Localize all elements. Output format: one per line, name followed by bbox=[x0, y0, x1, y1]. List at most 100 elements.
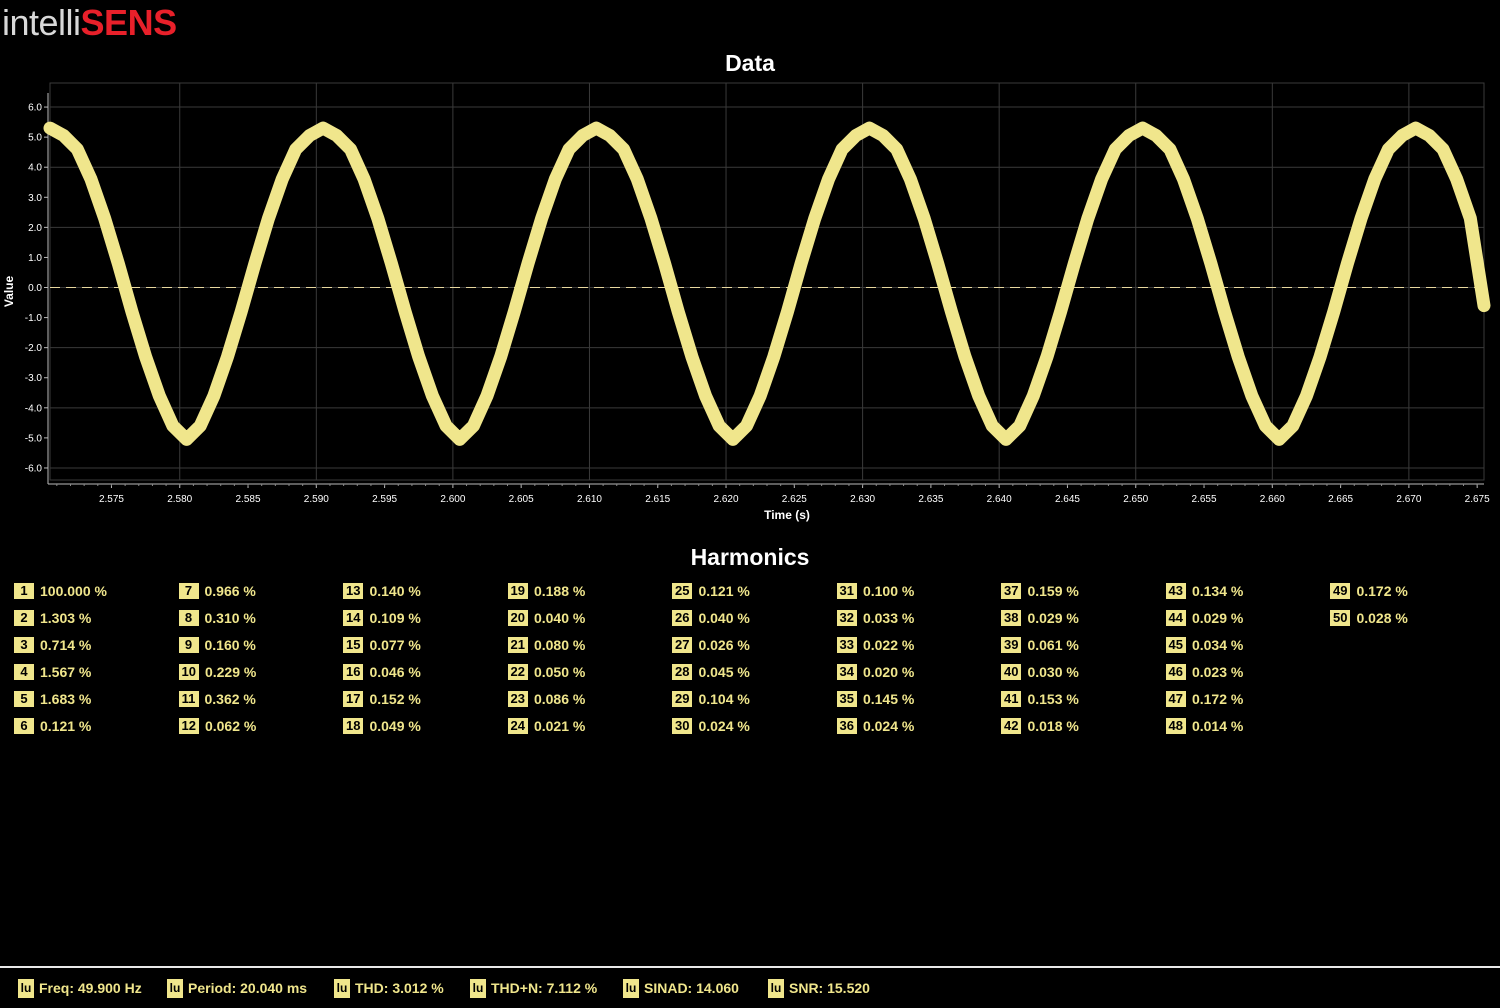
y-tick-label: -3.0 bbox=[25, 373, 43, 384]
stats-bar: lu Freq: 49.900 Hz lu Period: 20.040 ms lu TH… bbox=[0, 977, 1500, 1001]
harmonic-item: 14 0.109 % bbox=[343, 609, 421, 627]
harmonic-item: 8 0.310 % bbox=[178, 609, 256, 627]
harmonic-number-badge: 9 bbox=[178, 637, 199, 653]
y-tick-label: 3.0 bbox=[28, 193, 42, 204]
harmonic-item: 25 0.121 % bbox=[672, 582, 750, 600]
y-tick-label: -4.0 bbox=[25, 403, 43, 414]
harmonic-number-badge: 22 bbox=[507, 664, 528, 680]
harmonic-item: 46 0.023 % bbox=[1165, 663, 1244, 681]
stat-freq: lu Freq: 49.900 Hz bbox=[18, 977, 142, 999]
x-tick-label: 2.600 bbox=[440, 494, 465, 505]
harmonic-item: 34 0.020 % bbox=[836, 663, 914, 681]
harmonic-value: 0.080 % bbox=[533, 637, 586, 653]
y-tick-label: -6.0 bbox=[25, 463, 43, 474]
harmonic-number-badge: 37 bbox=[1001, 583, 1022, 599]
harmonic-item: 35 0.145 % bbox=[836, 690, 914, 708]
harmonic-number-badge: 29 bbox=[672, 691, 693, 707]
harmonic-item: 18 0.049 % bbox=[343, 717, 421, 735]
harmonic-number-badge: 19 bbox=[507, 583, 528, 599]
harmonic-item: 5 1.683 % bbox=[14, 690, 91, 708]
harmonic-value: 0.030 % bbox=[1027, 664, 1079, 680]
stat-sinad: lu SINAD: 14.060 bbox=[623, 977, 739, 999]
harmonic-value: 0.109 % bbox=[369, 610, 421, 626]
harmonic-value: 0.104 % bbox=[698, 691, 750, 707]
harmonic-value: 0.172 % bbox=[1356, 583, 1408, 599]
harmonic-item: 3 0.714 % bbox=[14, 636, 91, 654]
harmonic-value: 0.188 % bbox=[533, 583, 586, 599]
stat-period: lu Period: 20.040 ms bbox=[167, 977, 307, 999]
harmonic-item: 2 1.303 % bbox=[14, 609, 91, 627]
harmonic-item: 31 0.100 % bbox=[836, 582, 914, 600]
x-tick-label: 2.580 bbox=[167, 494, 192, 505]
harmonic-item: 49 0.172 % bbox=[1330, 582, 1408, 600]
harmonic-value: 0.033 % bbox=[862, 610, 915, 626]
harmonic-number-badge: 43 bbox=[1165, 583, 1186, 599]
harmonic-item: 30 0.024 % bbox=[672, 717, 750, 735]
harmonic-value: 1.303 % bbox=[40, 610, 92, 626]
x-tick-label: 2.575 bbox=[99, 494, 124, 505]
harmonic-value: 0.018 % bbox=[1027, 718, 1079, 734]
harmonic-number-badge: 39 bbox=[1001, 637, 1022, 653]
harmonic-value: 0.050 % bbox=[533, 664, 586, 680]
harmonic-value: 0.362 % bbox=[204, 691, 256, 707]
y-tick-label: 0.0 bbox=[28, 283, 42, 294]
y-tick-label: 4.0 bbox=[28, 163, 42, 174]
harmonic-number-badge: 15 bbox=[343, 637, 364, 653]
harmonic-number-badge: 47 bbox=[1165, 691, 1186, 707]
stat-text: THD+N: 7.112 % bbox=[491, 980, 598, 996]
harmonic-item: 44 0.029 % bbox=[1165, 609, 1243, 627]
x-tick-label: 2.585 bbox=[236, 494, 261, 505]
harmonic-number-badge: 28 bbox=[672, 664, 693, 680]
y-tick-label: 1.0 bbox=[28, 253, 42, 264]
harmonic-item: 45 0.034 % bbox=[1165, 636, 1244, 654]
harmonic-number-badge: 16 bbox=[343, 664, 364, 680]
harmonic-number-badge: 50 bbox=[1330, 610, 1351, 626]
brand-logo-part2: SENS bbox=[80, 2, 178, 43]
harmonic-value: 0.153 % bbox=[1027, 691, 1079, 707]
harmonic-item: 20 0.040 % bbox=[507, 609, 585, 627]
x-tick-label: 2.630 bbox=[850, 494, 875, 505]
harmonic-value: 0.046 % bbox=[369, 664, 421, 680]
harmonic-number-badge: 8 bbox=[178, 610, 199, 626]
x-tick-label: 2.640 bbox=[987, 494, 1012, 505]
stat-snr: lu SNR: 15.520 bbox=[768, 977, 870, 999]
harmonic-item: 19 0.188 % bbox=[507, 582, 586, 600]
harmonic-value: 0.023 % bbox=[1191, 664, 1244, 680]
harmonic-value: 0.140 % bbox=[369, 583, 421, 599]
harmonic-item: 9 0.160 % bbox=[178, 636, 256, 654]
x-tick-label: 2.670 bbox=[1396, 494, 1421, 505]
harmonic-item: 17 0.152 % bbox=[343, 690, 421, 708]
stat-text: SINAD: 14.060 bbox=[644, 980, 739, 996]
harmonic-value: 0.086 % bbox=[533, 691, 586, 707]
harmonic-number-badge: 10 bbox=[178, 664, 199, 680]
harmonic-item: 13 0.140 % bbox=[343, 582, 421, 600]
harmonic-number-badge: 24 bbox=[507, 718, 528, 734]
harmonic-number-badge: 23 bbox=[507, 691, 528, 707]
stat-icon: lu bbox=[167, 978, 183, 998]
harmonic-value: 0.121 % bbox=[40, 718, 92, 734]
harmonic-number-badge: 42 bbox=[1001, 718, 1022, 734]
harmonic-number-badge: 44 bbox=[1165, 610, 1186, 626]
harmonic-item: 1 100.000 % bbox=[14, 582, 107, 600]
harmonic-number-badge: 34 bbox=[836, 664, 857, 680]
harmonic-item: 36 0.024 % bbox=[836, 717, 915, 735]
harmonic-number-badge: 18 bbox=[343, 718, 364, 734]
harmonic-number-badge: 36 bbox=[836, 718, 857, 734]
harmonic-item: 22 0.050 % bbox=[507, 663, 586, 681]
x-tick-label: 2.590 bbox=[304, 494, 329, 505]
harmonic-value: 0.049 % bbox=[369, 718, 421, 734]
harmonic-item: 33 0.022 % bbox=[836, 636, 914, 654]
harmonics-title: Harmonics bbox=[690, 544, 810, 570]
harmonic-number-badge: 41 bbox=[1001, 691, 1022, 707]
harmonic-value: 0.024 % bbox=[862, 718, 915, 734]
harmonic-item: 7 0.966 % bbox=[178, 582, 256, 600]
harmonic-number-badge: 20 bbox=[507, 610, 528, 626]
harmonic-item: 48 0.014 % bbox=[1165, 717, 1243, 735]
harmonic-item: 38 0.029 % bbox=[1001, 609, 1079, 627]
stat-thd-n: lu THD+N: 7.112 % bbox=[470, 977, 597, 999]
x-tick-label: 2.625 bbox=[782, 494, 807, 505]
harmonic-number-badge: 14 bbox=[343, 610, 364, 626]
harmonic-value: 0.034 % bbox=[1191, 637, 1244, 653]
x-tick-label: 2.655 bbox=[1192, 494, 1217, 505]
footer-divider bbox=[0, 966, 1500, 968]
